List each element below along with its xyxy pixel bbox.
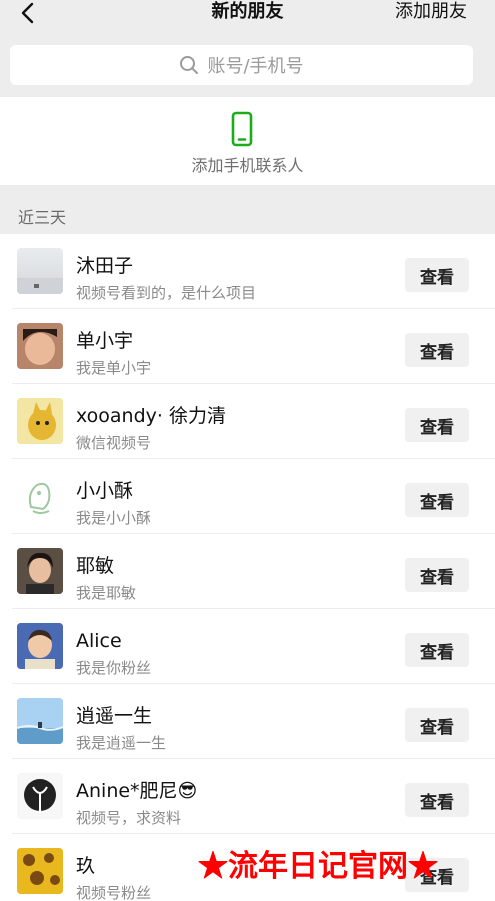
friend-message: 微信视频号 bbox=[76, 434, 152, 452]
friend-message: 我是耶敏 bbox=[76, 584, 137, 602]
avatar bbox=[17, 323, 63, 369]
avatar bbox=[17, 773, 63, 819]
add-friends-button[interactable]: 添加朋友 bbox=[395, 0, 467, 24]
view-button[interactable]: 查看 bbox=[405, 633, 469, 667]
friend-request-row[interactable]: 逍遥一生 我是逍遥一生 查看 bbox=[0, 684, 495, 759]
new-friends-screen: 新的朋友 添加朋友 账号/手机号 添加手机联系人 近三天 沐田子 视频号看到的，… bbox=[0, 0, 495, 901]
view-button[interactable]: 查看 bbox=[405, 333, 469, 367]
view-button[interactable]: 查看 bbox=[405, 408, 469, 442]
view-button[interactable]: 查看 bbox=[405, 483, 469, 517]
friend-request-row[interactable]: Alice 我是你粉丝 查看 bbox=[0, 609, 495, 684]
top-bar: 新的朋友 添加朋友 bbox=[0, 0, 495, 40]
add-phone-contacts-label: 添加手机联系人 bbox=[191, 156, 304, 175]
friend-request-row[interactable]: 沐田子 视频号看到的，是什么项目 查看 bbox=[0, 234, 495, 309]
search-input[interactable]: 账号/手机号 bbox=[10, 45, 473, 85]
friend-name: 单小宇 bbox=[76, 330, 134, 352]
friend-message: 视频号看到的，是什么项目 bbox=[76, 284, 257, 302]
avatar bbox=[17, 848, 63, 894]
view-button[interactable]: 查看 bbox=[405, 708, 469, 742]
friend-request-list: 沐田子 视频号看到的，是什么项目 查看 单小宇 我是单小宇 查看 xooandy… bbox=[0, 234, 495, 901]
avatar bbox=[17, 473, 63, 519]
friend-name: Anine*肥尼😎 bbox=[76, 780, 198, 802]
friend-name: 逍遥一生 bbox=[76, 705, 153, 727]
view-button[interactable]: 查看 bbox=[405, 258, 469, 292]
phone-icon bbox=[231, 111, 253, 147]
friend-message: 我是逍遥一生 bbox=[76, 734, 167, 752]
search-icon bbox=[179, 55, 199, 75]
view-button[interactable]: 查看 bbox=[405, 558, 469, 592]
friend-name: 小小酥 bbox=[76, 480, 134, 502]
view-button[interactable]: 查看 bbox=[405, 783, 469, 817]
avatar bbox=[17, 248, 63, 294]
add-phone-contacts[interactable]: 添加手机联系人 bbox=[0, 97, 495, 185]
friend-name: Alice bbox=[76, 630, 122, 652]
avatar bbox=[17, 623, 63, 669]
watermark: ★流年日记官网★ bbox=[198, 849, 438, 884]
friend-name: xooandy· 徐力清 bbox=[76, 405, 226, 427]
friend-name: 沐田子 bbox=[76, 255, 134, 277]
section-header-recent: 近三天 bbox=[18, 208, 67, 227]
friend-request-row[interactable]: 耶敏 我是耶敏 查看 bbox=[0, 534, 495, 609]
avatar bbox=[17, 398, 63, 444]
friend-request-row[interactable]: 单小宇 我是单小宇 查看 bbox=[0, 309, 495, 384]
search-placeholder: 账号/手机号 bbox=[207, 56, 304, 77]
friend-message: 我是小小酥 bbox=[76, 509, 152, 527]
friend-message: 视频号，求资料 bbox=[76, 809, 182, 827]
friend-message: 视频号粉丝 bbox=[76, 884, 152, 901]
friend-name: 耶敏 bbox=[76, 555, 115, 577]
friend-request-row[interactable]: Anine*肥尼😎 视频号，求资料 查看 bbox=[0, 759, 495, 834]
friend-request-row[interactable]: 小小酥 我是小小酥 查看 bbox=[0, 459, 495, 534]
avatar bbox=[17, 698, 63, 744]
friend-message: 我是你粉丝 bbox=[76, 659, 152, 677]
avatar bbox=[17, 548, 63, 594]
friend-message: 我是单小宇 bbox=[76, 359, 152, 377]
friend-name: 玖 bbox=[76, 855, 96, 877]
friend-request-row[interactable]: xooandy· 徐力清 微信视频号 查看 bbox=[0, 384, 495, 459]
